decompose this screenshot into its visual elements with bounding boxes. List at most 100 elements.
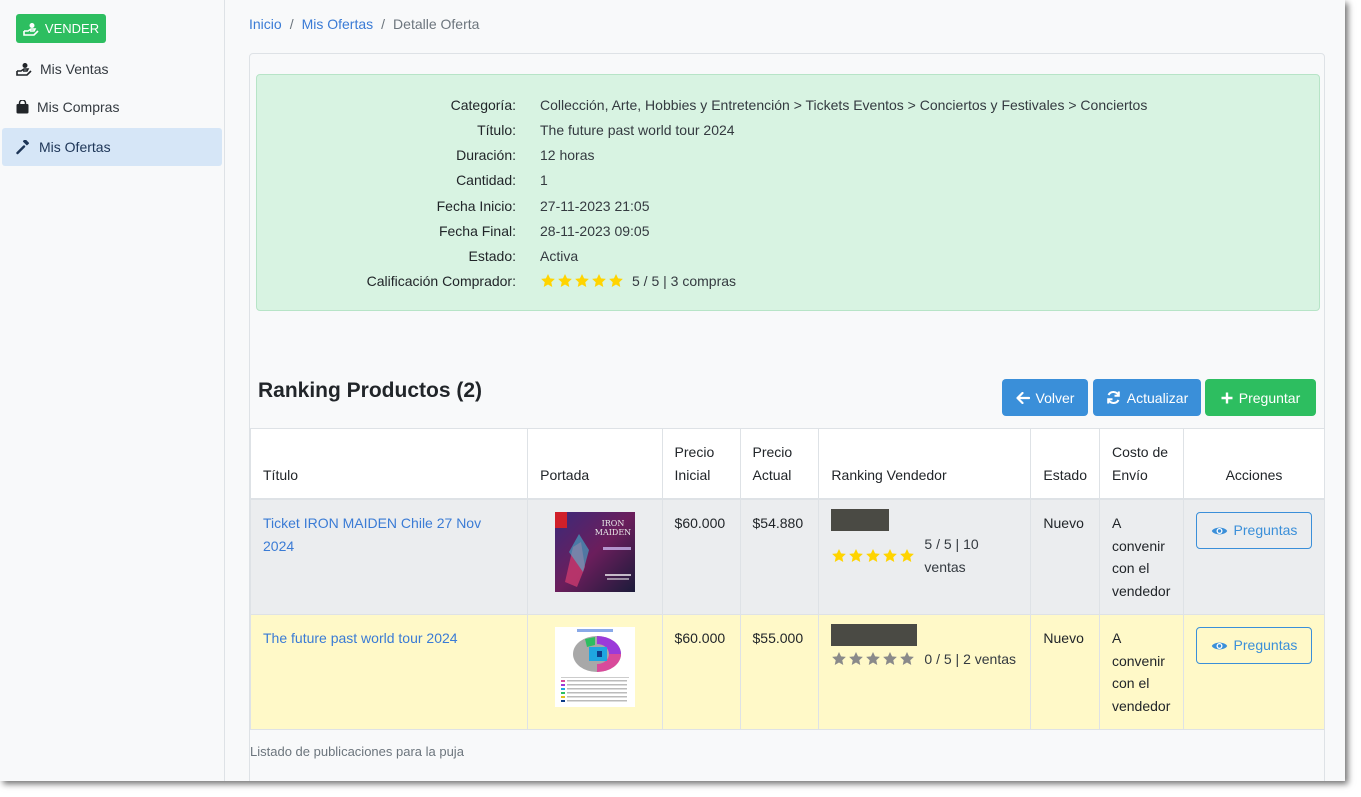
- product-title-link[interactable]: The future past world tour 2024: [263, 630, 458, 646]
- breadcrumb-separator: /: [289, 16, 294, 32]
- acciones-cell: Preguntas: [1182, 498, 1326, 615]
- preguntas-button[interactable]: Preguntas: [1195, 512, 1312, 549]
- ranking-title: Ranking Productos (2): [258, 379, 483, 402]
- info-label: Fecha Final:: [438, 222, 516, 239]
- precio-actual-cell: $55.000: [739, 614, 820, 730]
- plus-icon: [1221, 392, 1233, 403]
- precio-inicial-cell: $60.000: [661, 498, 741, 615]
- star-icon: [592, 273, 606, 287]
- stadium-map-image[interactable]: [554, 627, 635, 707]
- sidebar-item-label: Mis Compras: [37, 99, 120, 115]
- star-icon: [609, 273, 623, 287]
- seller-name-redacted: [831, 509, 890, 531]
- info-label: Estado:: [468, 247, 516, 264]
- header-acciones: Acciones: [1182, 428, 1326, 500]
- iron-maiden-poster-image[interactable]: IRON MAIDEN: [554, 512, 635, 592]
- table-row: Ticket IRON MAIDEN Chile 27 Nov 2024 IRO…: [249, 498, 1326, 615]
- estado-cell: Nuevo: [1030, 498, 1100, 615]
- sidebar-item-label: Mis Ofertas: [39, 139, 111, 155]
- vender-button[interactable]: VENDER: [16, 14, 106, 43]
- acciones-cell: Preguntas: [1182, 614, 1326, 730]
- ranking-vendedor-cell: 5 / 5 | 10 ventas: [818, 498, 1032, 615]
- actualizar-label: Actualizar: [1126, 389, 1189, 406]
- buyer-rating-text: 5 / 5 | 3 compras: [632, 272, 737, 289]
- shopping-bag-icon: [16, 100, 29, 114]
- star-icon: [849, 652, 864, 666]
- star-icon: [541, 273, 555, 287]
- preguntar-label: Preguntar: [1238, 389, 1301, 406]
- volver-button[interactable]: Volver: [1002, 379, 1088, 416]
- precio-inicial-cell: $60.000: [661, 614, 741, 730]
- breadcrumb-separator: /: [381, 16, 386, 32]
- arrow-left-icon: [1015, 391, 1030, 404]
- sidebar-item-mis-ventas[interactable]: Mis Ventas: [2, 50, 222, 88]
- sidebar-item-label: Mis Ventas: [40, 61, 109, 77]
- costo-envio-cell: Aconvenir con el vendedor: [1098, 498, 1184, 615]
- star-icon: [883, 652, 898, 666]
- info-value: 12 horas: [540, 146, 595, 163]
- info-value: 1: [540, 171, 548, 188]
- actualizar-button[interactable]: Actualizar: [1093, 379, 1201, 416]
- star-icon: [900, 652, 915, 666]
- header-estado[interactable]: Estado: [1030, 428, 1100, 500]
- info-row-estado: Estado: Activa: [257, 243, 1321, 268]
- ranking-table: Título Portada Precio Inicial Precio Actua…: [249, 428, 1326, 730]
- info-label: Fecha Inicio:: [436, 197, 516, 214]
- preguntas-label: Preguntas: [1233, 522, 1298, 539]
- vender-label: VENDER: [44, 21, 100, 36]
- eye-icon: [1211, 642, 1227, 649]
- preguntar-button[interactable]: Preguntar: [1205, 379, 1316, 416]
- volver-label: Volver: [1035, 389, 1075, 406]
- info-value: The future past world tour 2024: [540, 121, 735, 138]
- info-value: Activa: [540, 247, 579, 264]
- table-caption: Listado de publicaciones para la puja: [250, 744, 464, 759]
- header-costo-envio[interactable]: Costo de Envío: [1098, 428, 1184, 500]
- star-icon: [558, 273, 572, 287]
- header-portada[interactable]: Portada: [527, 428, 663, 500]
- hand-coin-icon: [16, 63, 32, 76]
- sidebar-item-mis-compras[interactable]: Mis Compras: [2, 88, 222, 126]
- precio-actual-cell: $54.880: [739, 498, 820, 615]
- seller-rating-stars: [831, 548, 915, 564]
- table-header-row: Título Portada Precio Inicial Precio Actua…: [249, 428, 1326, 500]
- info-label: Calificación Comprador:: [366, 272, 516, 289]
- svg-text:IRON: IRON: [601, 519, 624, 528]
- star-icon: [832, 548, 847, 562]
- ranking-vendedor-cell: 0 / 5 | 2 ventas: [818, 614, 1032, 730]
- info-label: Cantidad:: [456, 171, 516, 188]
- eye-icon: [1211, 527, 1227, 534]
- estado-cell: Nuevo: [1030, 614, 1100, 730]
- preguntas-button[interactable]: Preguntas: [1195, 627, 1312, 664]
- header-precio-actual[interactable]: Precio Actual: [739, 428, 820, 500]
- seller-rating-text: 5 / 5 | 10 ventas: [924, 536, 979, 575]
- info-row-calificacion: Calificación Comprador: 5 / 5 | 3 compra…: [257, 268, 1321, 293]
- app-window: VENDER Mis Ventas Mis Compras Mis Oferta…: [0, 0, 1345, 781]
- star-icon: [575, 273, 589, 287]
- gavel-icon: [16, 139, 30, 154]
- info-row-duracion: Duración: 12 horas: [257, 142, 1321, 167]
- star-icon: [866, 652, 881, 666]
- product-title-link[interactable]: Ticket IRON MAIDEN Chile 27 Nov 2024: [263, 515, 481, 554]
- buyer-rating-stars: [540, 273, 624, 289]
- breadcrumb-mis-ofertas[interactable]: Mis Ofertas: [302, 16, 374, 32]
- hand-coin-icon: [23, 22, 39, 36]
- sidebar-item-mis-ofertas[interactable]: Mis Ofertas: [2, 128, 222, 166]
- offer-detail-card: Categoría: Collección, Arte, Hobbies y E…: [249, 53, 1326, 781]
- star-icon: [832, 652, 847, 666]
- header-ranking-vendedor[interactable]: Ranking Vendedor: [818, 428, 1032, 500]
- star-icon: [883, 548, 898, 562]
- info-label: Duración:: [456, 146, 516, 163]
- product-title-cell: The future past world tour 2024: [249, 614, 529, 730]
- seller-rating-stars: [831, 651, 915, 667]
- info-label: Título:: [477, 121, 516, 138]
- info-row-categoria: Categoría: Collección, Arte, Hobbies y E…: [257, 92, 1321, 117]
- refresh-icon: [1106, 391, 1120, 404]
- header-precio-inicial[interactable]: Precio Inicial: [661, 428, 741, 500]
- breadcrumb-inicio[interactable]: Inicio: [249, 16, 282, 32]
- info-value: 27-11-2023 21:05: [540, 197, 650, 214]
- product-title-cell: Ticket IRON MAIDEN Chile 27 Nov 2024: [249, 498, 529, 615]
- breadcrumb-current: Detalle Oferta: [393, 16, 480, 32]
- info-row-fecha-final: Fecha Final: 28-11-2023 09:05: [257, 218, 1321, 243]
- seller-name-redacted: [831, 624, 918, 646]
- header-titulo[interactable]: Título: [249, 428, 529, 500]
